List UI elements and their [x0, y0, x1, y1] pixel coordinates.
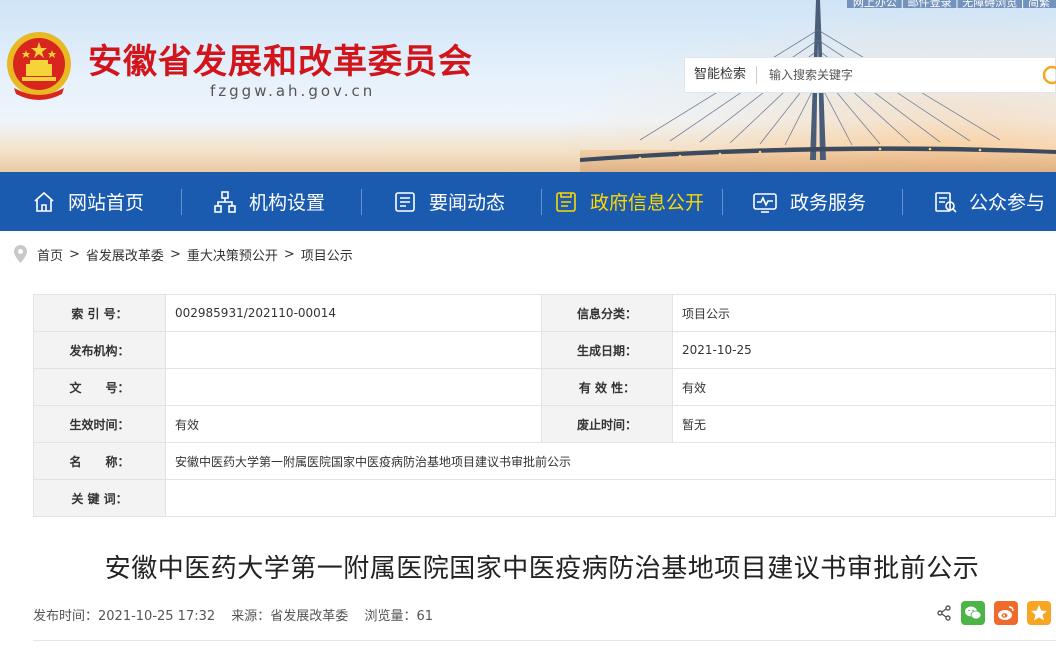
name-value: 安徽中医药大学第一附属医院国家中医疫病防治基地项目建议书审批前公示 — [165, 442, 1056, 480]
category-label: 信息分类： — [541, 294, 673, 332]
nav-item-home[interactable]: 网站首页 — [32, 172, 144, 231]
nav-divider — [541, 189, 542, 215]
national-emblem-icon — [7, 32, 71, 100]
weibo-share-button[interactable] — [994, 601, 1018, 625]
article-meta: 发布时间：2021-10-25 17:32 来源：省发展改革委 浏览量：61 — [33, 605, 445, 624]
view-count: 浏览量：61 — [364, 609, 433, 624]
keywords-label: 关 键 词： — [33, 479, 166, 517]
nav-divider — [181, 189, 182, 215]
participation-icon — [935, 191, 957, 213]
table-row: 索 引 号： 002985931/202110-00014 信息分类： 项目公示 — [33, 294, 1056, 332]
table-row: 关 键 词： — [33, 479, 1056, 517]
nav-label: 政务服务 — [790, 192, 867, 214]
site-domain: fzggw.ah.gov.cn — [210, 82, 376, 100]
breadcrumb-separator: > — [69, 246, 80, 262]
breadcrumb-home[interactable]: 首页 — [37, 245, 63, 264]
search-box: 智能检索 — [684, 57, 1056, 93]
search-input[interactable] — [757, 68, 1028, 82]
breadcrumb-commission[interactable]: 省发展改革委 — [86, 245, 164, 264]
nav-divider — [722, 189, 723, 215]
nav-item-public-participation[interactable]: 公众参与 — [933, 172, 1045, 231]
org-chart-icon — [214, 190, 236, 213]
index-no-value: 002985931/202110-00014 — [165, 294, 542, 332]
top-links[interactable]: 网上办公 | 邮件登录 | 无障碍浏览 | 简繁 — [846, 0, 1056, 9]
wechat-share-button[interactable] — [961, 601, 985, 625]
nav-label: 要闻动态 — [429, 192, 506, 214]
table-row: 名 称： 安徽中医药大学第一附属医院国家中医疫病防治基地项目建议书审批前公示 — [33, 442, 1056, 480]
name-label: 名 称： — [33, 442, 166, 480]
table-row: 文 号： 有 效 性： 有效 — [33, 368, 1056, 406]
weibo-icon — [998, 606, 1014, 620]
service-monitor-icon — [753, 192, 777, 213]
publisher-value — [165, 331, 542, 369]
nav-item-gov-service[interactable]: 政务服务 — [752, 172, 866, 231]
site-header: 安徽省发展和改革委员会 fzggw.ah.gov.cn 网上办公 | 邮件登录 … — [0, 0, 1056, 172]
publish-time: 发布时间：2021-10-25 17:32 — [33, 609, 216, 624]
article-source: 来源：省发展改革委 — [231, 609, 349, 624]
expiry-time-label: 废止时间： — [541, 405, 673, 443]
nav-item-organization[interactable]: 机构设置 — [213, 172, 325, 231]
breadcrumb-separator: > — [283, 246, 295, 262]
index-no-label: 索 引 号： — [33, 294, 166, 332]
breadcrumb-separator: > — [169, 246, 181, 262]
home-icon — [34, 191, 54, 212]
doc-no-value — [165, 368, 542, 406]
validity-value: 有效 — [672, 368, 1056, 406]
expiry-time-value: 暂无 — [672, 405, 1056, 443]
effective-time-label: 生效时间： — [33, 405, 166, 443]
site-title: 安徽省发展和改革委员会 — [88, 42, 473, 82]
date-label: 生成日期： — [541, 331, 673, 369]
smart-search-label[interactable]: 智能检索 — [685, 66, 758, 84]
qzone-share-button[interactable] — [1027, 601, 1051, 625]
nav-label: 机构设置 — [249, 192, 326, 214]
breadcrumb: 首页 > 省发展改革委 > 重大决策预公开 > 项目公示 — [14, 244, 353, 264]
share-bar — [936, 601, 1051, 625]
wechat-icon — [965, 606, 982, 620]
table-row: 发布机构： 生成日期： 2021-10-25 — [33, 331, 1056, 369]
article-title: 安徽中医药大学第一附属医院国家中医疫病防治基地项目建议书审批前公示 — [104, 554, 980, 584]
search-icon[interactable] — [1041, 64, 1056, 86]
location-pin-icon — [14, 245, 27, 263]
main-nav: 网站首页 机构设置 要闻动态 政府信息公开 政务服务 公众参与 — [0, 172, 1056, 231]
content-divider — [33, 640, 1056, 641]
nav-item-news[interactable]: 要闻动态 — [393, 172, 505, 231]
nav-label: 政府信息公开 — [590, 192, 705, 214]
nav-label: 公众参与 — [969, 192, 1046, 214]
breadcrumb-decision-preview[interactable]: 重大决策预公开 — [187, 245, 278, 264]
publisher-label: 发布机构： — [33, 331, 166, 369]
validity-label: 有 效 性： — [541, 368, 673, 406]
info-disclosure-icon — [556, 191, 576, 212]
document-info-table: 索 引 号： 002985931/202110-00014 信息分类： 项目公示… — [33, 294, 1056, 517]
qzone-star-icon — [1031, 605, 1047, 621]
nav-item-info-disclosure[interactable]: 政府信息公开 — [554, 172, 704, 231]
nav-divider — [361, 189, 362, 215]
nav-divider — [902, 189, 903, 215]
share-icon[interactable] — [936, 605, 952, 621]
nav-label: 网站首页 — [68, 192, 145, 214]
news-icon — [395, 191, 415, 212]
date-value: 2021-10-25 — [672, 331, 1056, 369]
breadcrumb-project-notice[interactable]: 项目公示 — [301, 245, 353, 264]
effective-time-value: 有效 — [165, 405, 542, 443]
doc-no-label: 文 号： — [33, 368, 166, 406]
category-value: 项目公示 — [672, 294, 1056, 332]
table-row: 生效时间： 有效 废止时间： 暂无 — [33, 405, 1056, 443]
keywords-value — [165, 479, 1056, 517]
